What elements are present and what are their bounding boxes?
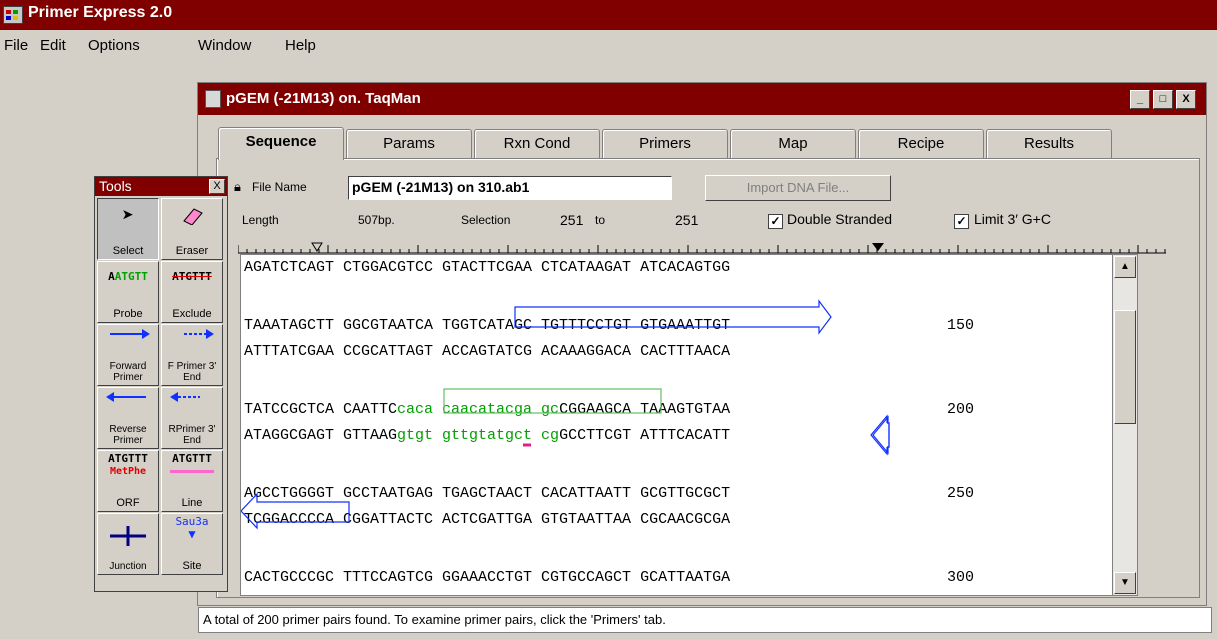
selection-end[interactable]: 251 bbox=[675, 212, 698, 228]
tool-select-label: Select bbox=[112, 245, 144, 257]
selection-start-marker-icon[interactable] bbox=[311, 242, 323, 252]
import-dna-file-button[interactable]: Import DNA File... bbox=[705, 175, 891, 201]
tools-palette: Tools X ➤ Select Eraser AATGTT Probe ATG… bbox=[94, 176, 228, 592]
tool-f-primer-3-end-label: F Primer 3' End bbox=[167, 361, 217, 383]
reverse-arrow-icon bbox=[98, 390, 158, 407]
selection-to-label: to bbox=[595, 213, 606, 227]
exclude-sequence-icon: ATGTTT bbox=[172, 270, 212, 283]
tool-reverse-primer-label: Reverse Primer bbox=[109, 424, 147, 446]
tool-line-label: Line bbox=[181, 497, 203, 509]
arrow-cursor-icon: ➤ bbox=[121, 203, 135, 227]
double-stranded-checkbox[interactable]: ✓ bbox=[768, 214, 783, 229]
tab-sequence[interactable]: Sequence bbox=[218, 127, 344, 160]
reverse-primer-head-icon bbox=[870, 414, 888, 456]
minimize-button[interactable]: _ bbox=[1130, 90, 1150, 109]
file-name-value: pGEM (-21M13) on 310.ab1 bbox=[352, 179, 530, 195]
lock-icon: 🔒︎ bbox=[234, 179, 241, 194]
document-title-bar[interactable]: pGEM (-21M13) on. TaqMan _ □ X bbox=[198, 83, 1206, 115]
tool-f-primer-3-end[interactable]: F Primer 3' End bbox=[161, 324, 223, 386]
eraser-icon bbox=[162, 205, 222, 228]
tool-orf[interactable]: ATGTTT MetPhe ORF bbox=[97, 450, 159, 512]
tool-probe[interactable]: AATGTT Probe bbox=[97, 261, 159, 323]
tool-site[interactable]: Sau3a ▼ Site bbox=[161, 513, 223, 575]
line-icon: ATGTTT bbox=[162, 453, 222, 477]
tool-r-primer-3-end-label: RPrimer 3' End bbox=[168, 424, 216, 446]
tools-title: Tools bbox=[99, 178, 132, 194]
menu-file[interactable]: File bbox=[4, 37, 28, 54]
tab-recipe[interactable]: Recipe bbox=[858, 129, 984, 158]
tab-map[interactable]: Map bbox=[730, 129, 856, 158]
forward-arrow-icon bbox=[98, 327, 158, 344]
status-bar: A total of 200 primer pairs found. To ex… bbox=[198, 607, 1212, 633]
sequence-editor[interactable]: AGATCTCAGT CTGGACGTCC GTACTTCGAA CTCATAA… bbox=[240, 254, 1114, 596]
sequence-vertical-scrollbar[interactable]: ▲ ▼ bbox=[1112, 254, 1138, 596]
tool-junction[interactable]: Junction bbox=[97, 513, 159, 575]
forward-3-end-icon bbox=[162, 327, 222, 344]
tool-select[interactable]: ➤ Select bbox=[97, 198, 159, 260]
reverse-3-end-icon bbox=[162, 390, 222, 407]
tool-probe-label: Probe bbox=[113, 308, 143, 320]
probe-sequence-icon: AATGTT bbox=[108, 270, 148, 283]
junction-icon bbox=[98, 524, 158, 551]
document-icon bbox=[205, 90, 221, 108]
tab-rxn-cond[interactable]: Rxn Cond bbox=[474, 129, 600, 158]
app-title: Primer Express 2.0 bbox=[28, 4, 173, 21]
primer-shapes bbox=[241, 414, 890, 530]
scroll-up-arrow-icon[interactable]: ▲ bbox=[1114, 256, 1136, 278]
file-name-field[interactable]: pGEM (-21M13) on 310.ab1 bbox=[348, 176, 672, 200]
scroll-down-arrow-icon[interactable]: ▼ bbox=[1114, 572, 1136, 594]
tool-junction-label: Junction bbox=[109, 561, 147, 572]
primer-express-app-icon bbox=[3, 6, 23, 24]
length-label: Length bbox=[242, 213, 279, 227]
tab-primers[interactable]: Primers bbox=[602, 129, 728, 158]
file-name-label: File Name bbox=[252, 180, 307, 194]
tool-exclude[interactable]: ATGTTT Exclude bbox=[161, 261, 223, 323]
tool-orf-label: ORF bbox=[116, 497, 140, 509]
selection-start[interactable]: 251 bbox=[560, 212, 583, 228]
tab-results[interactable]: Results bbox=[986, 129, 1112, 158]
orf-icon: ATGTTT MetPhe bbox=[108, 452, 148, 478]
restore-button[interactable]: □ bbox=[1153, 90, 1173, 109]
tool-site-label: Site bbox=[182, 560, 202, 572]
tool-line[interactable]: ATGTTT Line bbox=[161, 450, 223, 512]
menu-window[interactable]: Window bbox=[198, 37, 251, 54]
document-title: pGEM (-21M13) on. TaqMan bbox=[226, 90, 421, 107]
tool-exclude-label: Exclude bbox=[172, 308, 212, 320]
restriction-site-icon: Sau3a ▼ bbox=[175, 515, 209, 541]
tab-params[interactable]: Params bbox=[346, 129, 472, 158]
status-text: A total of 200 primer pairs found. To ex… bbox=[203, 612, 666, 627]
selection-end-marker-icon[interactable] bbox=[872, 243, 884, 251]
app-title-bar[interactable]: Primer Express 2.0 bbox=[0, 0, 1217, 30]
sequence-ruler[interactable] bbox=[238, 239, 1168, 255]
tool-forward-primer-label: Forward Primer bbox=[109, 361, 147, 383]
selection-label: Selection bbox=[461, 213, 511, 227]
close-button[interactable]: X bbox=[1176, 90, 1196, 109]
scroll-thumb[interactable] bbox=[1114, 310, 1136, 424]
tool-forward-primer[interactable]: Forward Primer bbox=[97, 324, 159, 386]
reverse-primer-arrow-2-icon bbox=[241, 492, 350, 530]
limit-gc-label: Limit 3′ G+C bbox=[974, 211, 1051, 227]
length-value: 507bp. bbox=[358, 213, 395, 227]
tool-eraser-label: Eraser bbox=[175, 245, 209, 257]
tool-r-primer-3-end[interactable]: RPrimer 3' End bbox=[161, 387, 223, 449]
tools-close-button[interactable]: X bbox=[209, 179, 225, 194]
menu-help[interactable]: Help bbox=[285, 37, 316, 54]
menu-options[interactable]: Options bbox=[88, 37, 140, 54]
tools-title-bar[interactable]: Tools X bbox=[95, 177, 227, 196]
menu-edit[interactable]: Edit bbox=[40, 37, 66, 54]
tool-reverse-primer[interactable]: Reverse Primer bbox=[97, 387, 159, 449]
double-stranded-label: Double Stranded bbox=[787, 211, 893, 227]
tool-eraser[interactable]: Eraser bbox=[161, 198, 223, 260]
limit-gc-checkbox[interactable]: ✓ bbox=[954, 214, 969, 229]
menu-bar: File Edit Options Window Help bbox=[0, 34, 1217, 58]
